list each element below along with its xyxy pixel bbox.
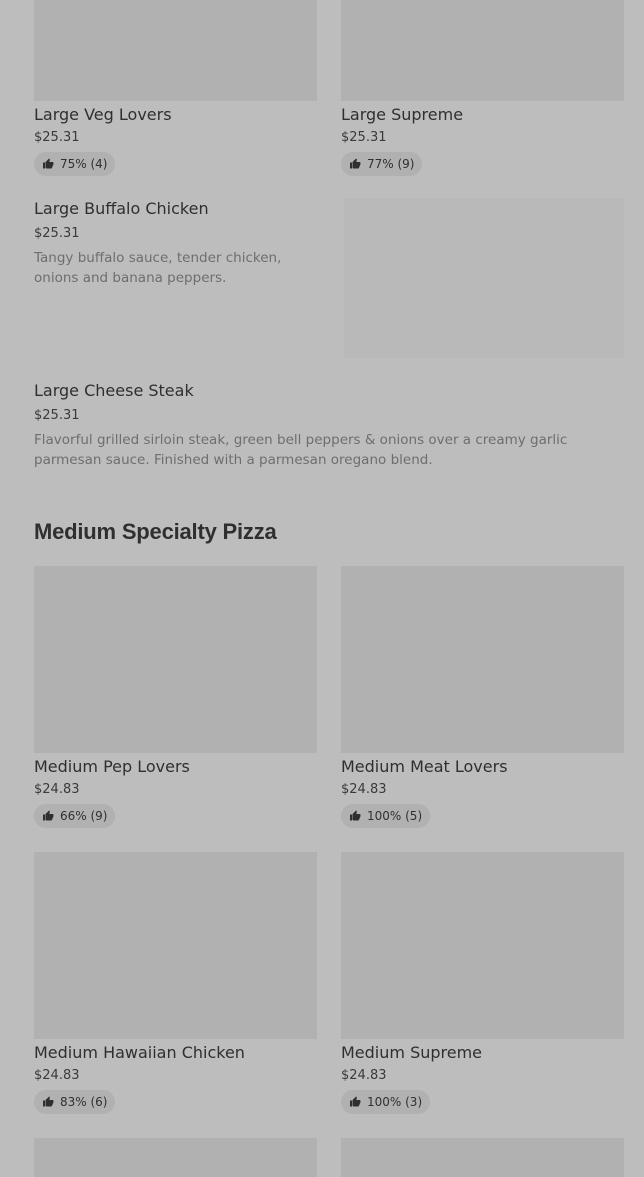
item-description: Tangy buffalo sauce, tender chicken, oni… bbox=[34, 250, 282, 286]
rating-text: 75% (4) bbox=[60, 157, 108, 171]
thumbs-up-icon bbox=[43, 158, 54, 169]
item-image-large-veg-lovers[interactable] bbox=[34, 0, 317, 101]
thumbs-up-icon bbox=[43, 1096, 54, 1107]
item-price: $25.31 bbox=[34, 130, 80, 145]
thumbs-up-icon bbox=[350, 1096, 361, 1107]
rating-badge: 100% (5) bbox=[341, 804, 431, 828]
rating-badge: 75% (4) bbox=[34, 152, 116, 176]
rating-text: 66% (9) bbox=[60, 809, 108, 823]
section-title: Medium Specialty Pizza bbox=[34, 519, 277, 544]
item-image-large-buffalo-chicken[interactable] bbox=[344, 198, 624, 358]
item-image-medium-hawaiian-chicken[interactable] bbox=[34, 852, 317, 1039]
rating-text: 100% (3) bbox=[367, 1095, 423, 1109]
item-image-next-left[interactable] bbox=[34, 1138, 317, 1177]
item-image-medium-pep-lovers[interactable] bbox=[34, 566, 317, 753]
item-image-medium-supreme[interactable] bbox=[341, 852, 624, 1039]
thumbs-up-icon bbox=[350, 158, 361, 169]
rating-text: 77% (9) bbox=[367, 157, 415, 171]
item-name-large-supreme[interactable]: Large Supreme bbox=[341, 105, 463, 125]
item-name-medium-pep-lovers[interactable]: Medium Pep Lovers bbox=[34, 757, 190, 777]
item-price: $25.31 bbox=[34, 408, 80, 423]
item-name-medium-hawaiian-chicken[interactable]: Medium Hawaiian Chicken bbox=[34, 1043, 245, 1063]
item-description: Flavorful grilled sirloin steak, green b… bbox=[34, 432, 568, 468]
item-name-medium-supreme[interactable]: Medium Supreme bbox=[341, 1043, 482, 1063]
rating-text: 83% (6) bbox=[60, 1095, 108, 1109]
item-price: $24.83 bbox=[34, 1068, 80, 1083]
rating-text: 100% (5) bbox=[367, 809, 423, 823]
item-price: $25.31 bbox=[341, 130, 387, 145]
item-price: $24.83 bbox=[341, 1068, 387, 1083]
item-price: $24.83 bbox=[34, 782, 80, 797]
item-name-large-cheese-steak[interactable]: Large Cheese Steak bbox=[34, 381, 194, 401]
item-name-medium-meat-lovers[interactable]: Medium Meat Lovers bbox=[341, 757, 508, 777]
thumbs-up-icon bbox=[350, 810, 361, 821]
rating-badge: 66% (9) bbox=[34, 804, 116, 828]
item-price: $25.31 bbox=[34, 226, 80, 241]
item-image-large-supreme[interactable] bbox=[341, 0, 624, 101]
item-image-medium-meat-lovers[interactable] bbox=[341, 566, 624, 753]
item-price: $24.83 bbox=[341, 782, 387, 797]
rating-badge: 77% (9) bbox=[341, 152, 423, 176]
item-image-next-right[interactable] bbox=[341, 1138, 624, 1177]
rating-badge: 100% (3) bbox=[341, 1090, 431, 1114]
item-name-large-buffalo-chicken[interactable]: Large Buffalo Chicken bbox=[34, 199, 209, 219]
thumbs-up-icon bbox=[43, 810, 54, 821]
rating-badge: 83% (6) bbox=[34, 1090, 116, 1114]
item-name-large-veg-lovers[interactable]: Large Veg Lovers bbox=[34, 105, 172, 125]
